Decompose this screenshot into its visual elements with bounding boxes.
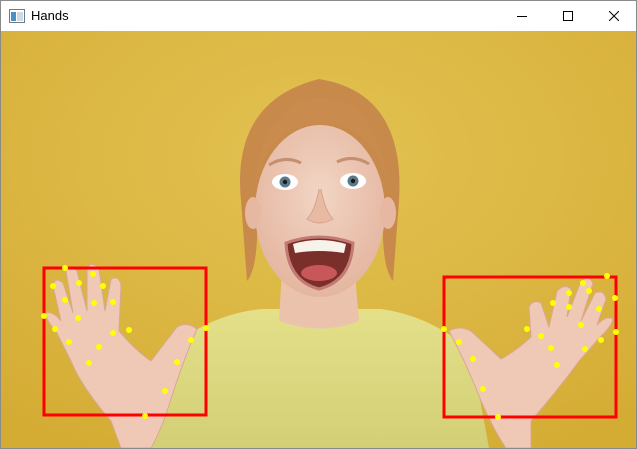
keypoint [470, 356, 476, 362]
left-ear [245, 197, 261, 229]
keypoint [550, 300, 556, 306]
keypoint [612, 295, 618, 301]
keypoint [126, 327, 132, 333]
keypoint [613, 329, 619, 335]
close-icon [609, 11, 619, 21]
keypoint [538, 333, 544, 339]
keypoint [110, 299, 116, 305]
maximize-button[interactable] [545, 1, 591, 31]
keypoint [162, 388, 168, 394]
title-bar[interactable]: Hands [1, 1, 636, 31]
keypoint [142, 413, 148, 419]
keypoint [582, 346, 588, 352]
keypoint [596, 306, 602, 312]
keypoint [174, 359, 180, 365]
keypoint [75, 315, 81, 321]
keypoint [188, 337, 194, 343]
keypoint [100, 283, 106, 289]
hand-tracking-image [1, 31, 636, 448]
keypoint [96, 344, 102, 350]
window-title: Hands [31, 8, 69, 23]
keypoint [62, 265, 68, 271]
right-ear [380, 197, 396, 229]
keypoint [495, 414, 501, 420]
keypoint [66, 339, 72, 345]
keypoint [52, 326, 58, 332]
keypoint [86, 360, 92, 366]
keypoint [456, 339, 462, 345]
keypoint [480, 386, 486, 392]
minimize-button[interactable] [499, 1, 545, 31]
keypoint [548, 345, 554, 351]
keypoint [578, 322, 584, 328]
keypoint [566, 304, 572, 310]
keypoint [598, 337, 604, 343]
video-frame [1, 31, 636, 448]
tongue [301, 265, 337, 281]
shirt [151, 309, 489, 448]
keypoint [91, 300, 97, 306]
left-pupil [282, 179, 288, 185]
keypoint [41, 313, 47, 319]
keypoint [580, 280, 586, 286]
keypoint [90, 271, 96, 277]
keypoint [62, 297, 68, 303]
minimize-icon [517, 16, 527, 17]
keypoint [566, 290, 572, 296]
keypoint [76, 280, 82, 286]
app-window-icon [9, 9, 25, 23]
right-pupil [350, 178, 356, 184]
keypoint [524, 326, 530, 332]
keypoint [441, 326, 447, 332]
keypoint [203, 325, 209, 331]
keypoint [586, 288, 592, 294]
close-button[interactable] [591, 1, 637, 31]
app-window: Hands [0, 0, 637, 449]
maximize-icon [563, 11, 573, 21]
keypoint [554, 362, 560, 368]
keypoint [604, 273, 610, 279]
keypoint [110, 330, 116, 336]
keypoint [50, 283, 56, 289]
